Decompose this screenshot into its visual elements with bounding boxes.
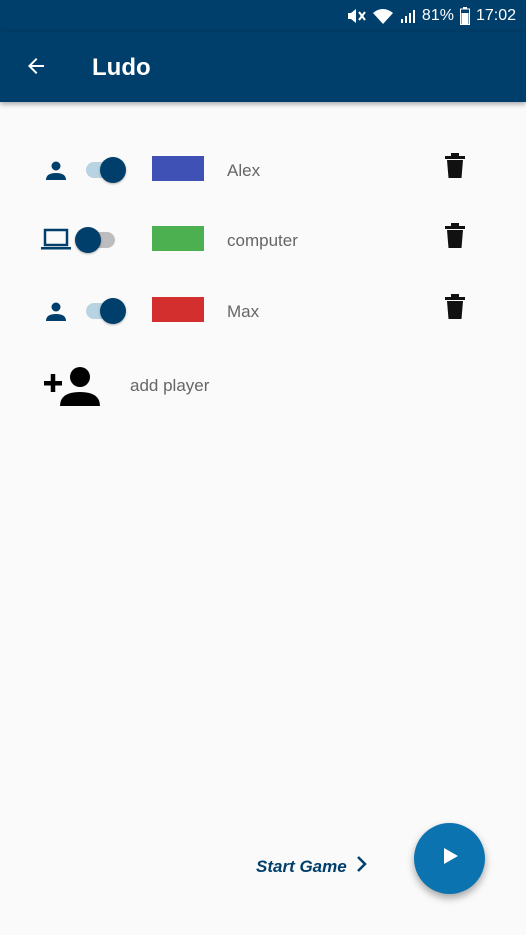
wifi-icon <box>372 7 394 25</box>
status-bar: 81% 17:02 <box>0 0 526 32</box>
start-game-label: Start Game <box>256 856 347 876</box>
page-title: Ludo <box>92 54 151 81</box>
player-enabled-toggle[interactable] <box>75 225 119 255</box>
player-name: computer <box>227 231 298 250</box>
arrow-back-icon <box>24 54 48 83</box>
trash-icon[interactable] <box>444 153 466 179</box>
player-color-swatch[interactable] <box>152 297 204 322</box>
toggle-thumb <box>75 227 101 253</box>
player-color-swatch[interactable] <box>152 226 204 251</box>
play-fab-button[interactable] <box>414 823 485 894</box>
toggle-thumb <box>100 157 126 183</box>
player-row: Max <box>0 286 526 336</box>
player-row: computer <box>0 215 526 265</box>
play-icon <box>440 846 460 871</box>
battery-icon <box>459 7 470 25</box>
mute-icon <box>346 7 366 25</box>
clock: 17:02 <box>475 7 516 24</box>
player-enabled-toggle[interactable] <box>82 155 126 185</box>
back-button[interactable] <box>20 52 52 84</box>
player-row: Alex <box>0 145 526 195</box>
player-color-swatch[interactable] <box>152 156 204 181</box>
signal-icon <box>400 8 416 24</box>
laptop-icon <box>40 227 72 253</box>
player-name: Alex <box>227 161 261 180</box>
person-add-icon <box>40 364 104 413</box>
trash-icon[interactable] <box>444 223 466 249</box>
toggle-thumb <box>100 298 126 324</box>
start-game-button[interactable]: Start Game <box>256 856 367 877</box>
player-enabled-toggle[interactable] <box>82 296 126 326</box>
status-icons: 81% 17:02 <box>346 5 516 27</box>
trash-icon[interactable] <box>444 294 466 320</box>
chevron-right-icon <box>355 856 367 877</box>
person-icon <box>44 158 68 182</box>
player-name: Max <box>227 302 260 321</box>
add-player-button[interactable]: add player <box>40 362 340 412</box>
battery-percent: 81% <box>421 7 454 24</box>
add-player-label: add player <box>130 376 210 395</box>
person-icon <box>44 299 68 323</box>
app-bar: Ludo <box>0 32 526 102</box>
